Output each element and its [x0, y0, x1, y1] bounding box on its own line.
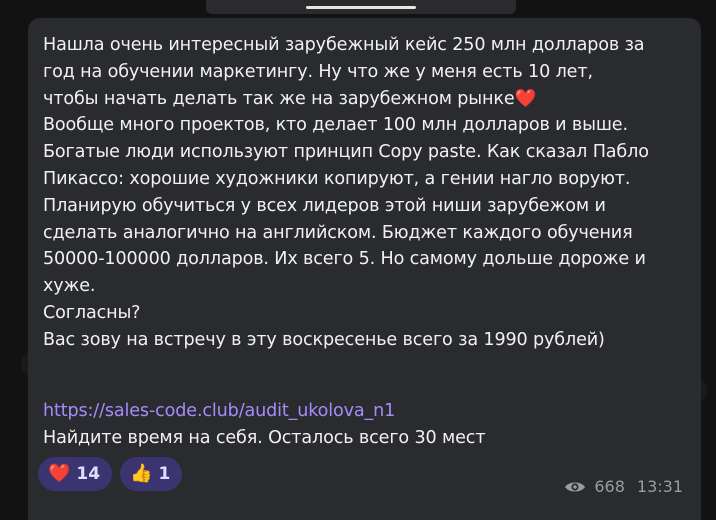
- message-line: сделать аналогично на английском. Бюджет…: [43, 222, 633, 243]
- message-time: 13:31: [636, 477, 683, 496]
- thumbs-up-icon: 👍: [130, 463, 153, 484]
- message-line: Нашла очень интересный зарубежный кейс 2…: [43, 35, 645, 55]
- reaction-count: 14: [76, 464, 101, 484]
- message-line: Вообще много проектов, кто делает 100 мл…: [43, 115, 628, 136]
- reaction-count: 1: [158, 464, 171, 484]
- reactions-bar: ❤️ 14 👍 1: [38, 457, 183, 491]
- message-link[interactable]: https://sales-code.club/audit_ukolova_n1: [43, 398, 395, 424]
- eye-icon: [565, 482, 586, 491]
- message-footer: Найдите время на себя. Осталось всего 30…: [43, 428, 486, 448]
- heart-emoji-icon: ❤️: [514, 88, 537, 109]
- message-line: Вас зову на встречу в эту воскресенье вс…: [43, 329, 605, 350]
- drag-handle[interactable]: [306, 6, 416, 9]
- message-line: год на обучении маркетингу. Ну что же у …: [43, 61, 593, 82]
- message-line: Планирую обучиться у всех лидеров этой н…: [43, 195, 606, 216]
- views-count: 668: [594, 477, 625, 496]
- message-line: чтобы начать делать так же на зарубежном…: [43, 88, 515, 109]
- message-meta: 668 13:31: [564, 477, 683, 496]
- message-line: Согласны?: [43, 302, 141, 323]
- message-line: 50000-100000 долларов. Их всего 5. Но са…: [43, 249, 646, 270]
- message-text: Нашла очень интересный зарубежный кейс 2…: [43, 32, 693, 354]
- message-line: Пикассо: хорошие художники копируют, а г…: [43, 168, 631, 189]
- top-bar: [206, 0, 516, 14]
- reaction-thumbs-up[interactable]: 👍 1: [120, 457, 183, 491]
- heart-icon: ❤️: [48, 463, 71, 484]
- message-line: Богатые люди используют принцип Copy pas…: [43, 142, 649, 163]
- message-bubble[interactable]: Нашла очень интересный зарубежный кейс 2…: [28, 18, 701, 520]
- reaction-heart[interactable]: ❤️ 14: [38, 457, 113, 491]
- message-line: хуже.: [43, 276, 96, 297]
